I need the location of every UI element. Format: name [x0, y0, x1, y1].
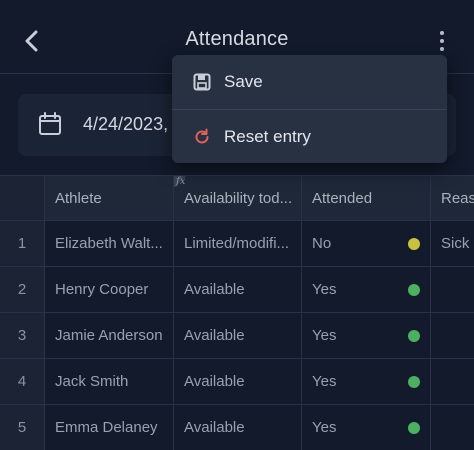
table-row[interactable]: 3 Jamie Anderson Available Yes [0, 313, 474, 359]
attended-value: Yes [312, 373, 337, 390]
attended-cell[interactable]: No [302, 221, 431, 267]
header-reason[interactable]: Reas [431, 176, 474, 221]
reason-cell[interactable] [431, 267, 474, 313]
header-athlete[interactable]: Athlete [45, 176, 174, 221]
status-dot [408, 375, 420, 388]
row-index: 4 [0, 359, 45, 405]
availability-cell[interactable]: Limited/modifi... [174, 221, 302, 267]
row-index: 1 [0, 221, 45, 267]
header-index [0, 176, 45, 221]
status-dot [408, 237, 420, 250]
availability-cell[interactable]: Available [174, 405, 302, 450]
dot-2 [440, 39, 444, 43]
dot-1 [440, 31, 444, 35]
attended-cell[interactable]: Yes [302, 405, 431, 450]
reason-cell[interactable]: Sick [431, 221, 474, 267]
athlete-cell[interactable]: Emma Delaney [45, 405, 174, 450]
attended-value: Yes [312, 419, 337, 436]
attended-value: Yes [312, 281, 337, 298]
availability-cell[interactable]: Available [174, 267, 302, 313]
menu-item-label: Save [224, 72, 263, 91]
calendar-icon [39, 112, 61, 135]
row-index: 3 [0, 313, 45, 359]
reset-icon [192, 127, 212, 147]
attendance-table: Athlete Availability tod... Attended Rea… [0, 175, 474, 450]
save-icon [192, 72, 212, 92]
attended-value: No [312, 235, 332, 252]
athlete-cell[interactable]: Jamie Anderson [45, 313, 174, 359]
overflow-menu: Save Reset entry [172, 55, 447, 163]
header-availability[interactable]: Availability tod... [174, 176, 302, 221]
row-index: 5 [0, 405, 45, 450]
formula-icon: fx [176, 176, 186, 187]
menu-item-reset-entry[interactable]: Reset entry [172, 109, 447, 163]
more-options-button[interactable] [430, 26, 454, 56]
attended-cell[interactable]: Yes [302, 359, 431, 405]
athlete-cell[interactable]: Henry Cooper [45, 267, 174, 313]
dot-3 [440, 47, 444, 51]
menu-item-save[interactable]: Save [172, 55, 447, 109]
table-row[interactable]: 2 Henry Cooper Available Yes [0, 267, 474, 313]
page-title: Attendance [185, 28, 289, 50]
table-row[interactable]: 1 Elizabeth Walt... Limited/modifi... No… [0, 221, 474, 267]
reason-cell[interactable] [431, 313, 474, 359]
availability-cell[interactable]: Available [174, 313, 302, 359]
athlete-cell[interactable]: Jack Smith [45, 359, 174, 405]
availability-cell[interactable]: Available [174, 359, 302, 405]
table-row[interactable]: 5 Emma Delaney Available Yes [0, 405, 474, 450]
row-index: 2 [0, 267, 45, 313]
reason-cell[interactable] [431, 405, 474, 450]
status-dot [408, 421, 420, 434]
header-attended[interactable]: Attended [302, 176, 431, 221]
table-header-row: Athlete Availability tod... Attended Rea… [0, 176, 474, 221]
attended-cell[interactable]: Yes [302, 267, 431, 313]
reason-cell[interactable] [431, 359, 474, 405]
date-value: 4/24/2023, [83, 114, 169, 134]
attended-value: Yes [312, 327, 337, 344]
attended-cell[interactable]: Yes [302, 313, 431, 359]
status-dot [408, 283, 420, 296]
status-dot [408, 329, 420, 342]
athlete-cell[interactable]: Elizabeth Walt... [45, 221, 174, 267]
menu-item-label: Reset entry [224, 126, 311, 146]
table-row[interactable]: 4 Jack Smith Available Yes [0, 359, 474, 405]
attendance-screen: Attendance 4/24/2023, Athlete Availabili… [0, 0, 474, 450]
